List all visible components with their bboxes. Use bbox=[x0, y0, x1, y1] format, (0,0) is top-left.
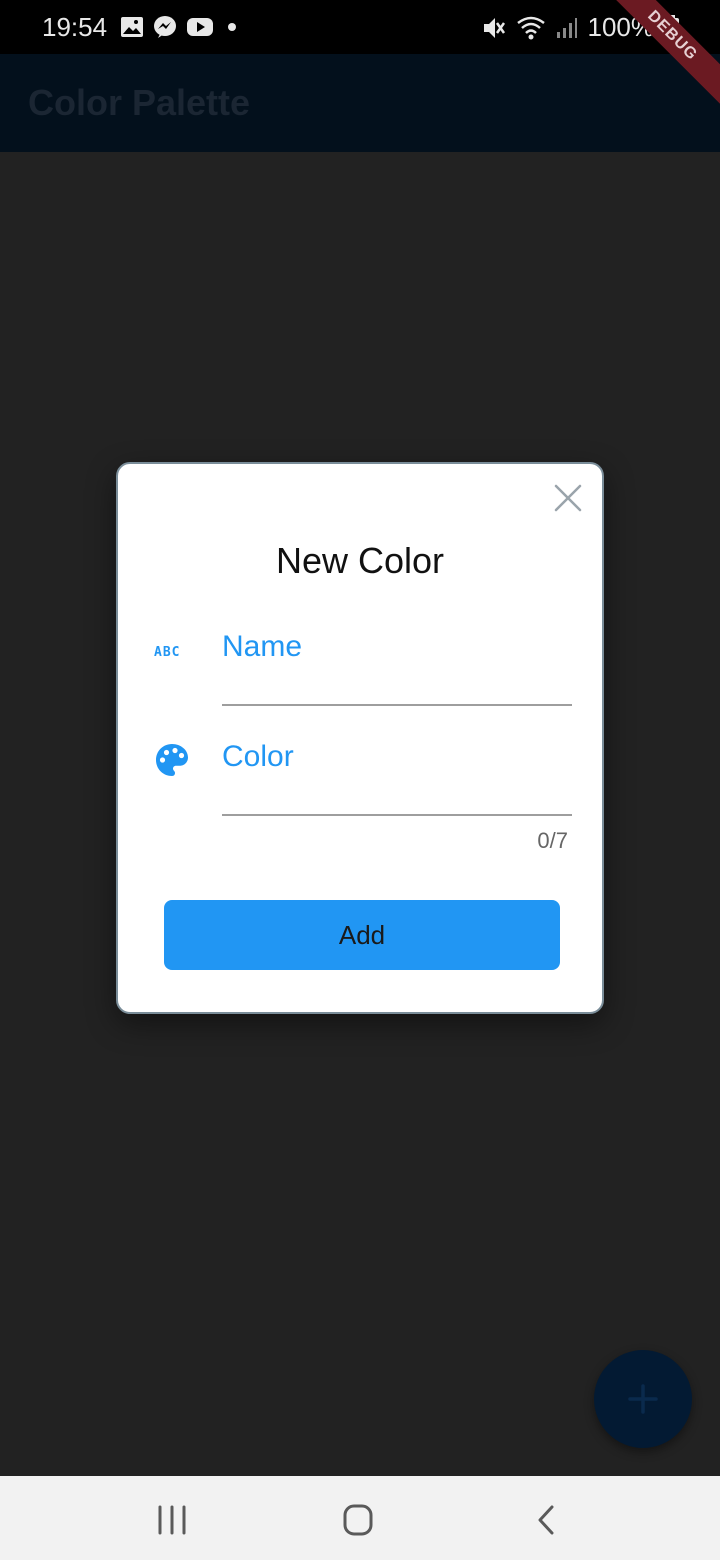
plus-icon bbox=[628, 1384, 658, 1414]
back-icon[interactable] bbox=[526, 1504, 566, 1536]
name-field-label: Name bbox=[222, 630, 303, 663]
status-bar: 19:54 100% bbox=[0, 0, 720, 54]
recent-apps-icon[interactable] bbox=[152, 1504, 192, 1536]
add-button[interactable]: Add bbox=[164, 900, 560, 970]
color-field[interactable]: Color bbox=[118, 740, 602, 850]
app-title: Color Palette bbox=[28, 82, 251, 123]
dot-icon bbox=[228, 23, 236, 31]
color-field-underline bbox=[222, 814, 572, 816]
status-notification-icons bbox=[120, 14, 242, 40]
wifi-icon bbox=[516, 16, 545, 39]
color-field-counter: 0/7 bbox=[537, 828, 568, 853]
new-color-dialog: New Color ABC Name Color 0/7 Add bbox=[116, 462, 604, 1014]
svg-text:ABC: ABC bbox=[154, 645, 180, 658]
add-color-fab[interactable] bbox=[594, 1350, 692, 1448]
name-field[interactable]: ABC Name bbox=[118, 630, 602, 740]
home-icon[interactable] bbox=[338, 1504, 378, 1536]
dialog-title: New Color bbox=[275, 540, 445, 581]
name-field-underline bbox=[222, 704, 572, 706]
status-time: 19:54 bbox=[42, 12, 108, 42]
signal-icon bbox=[556, 17, 577, 38]
messenger-icon bbox=[154, 16, 176, 38]
color-field-label: Color bbox=[222, 740, 294, 773]
youtube-icon bbox=[187, 18, 213, 36]
close-icon[interactable] bbox=[552, 482, 584, 514]
abc-icon: ABC bbox=[154, 645, 180, 658]
mute-icon bbox=[483, 17, 505, 38]
app-bar: Color Palette bbox=[0, 54, 720, 152]
image-icon bbox=[121, 17, 143, 37]
palette-icon bbox=[156, 744, 188, 776]
system-nav-bar bbox=[0, 1476, 720, 1560]
